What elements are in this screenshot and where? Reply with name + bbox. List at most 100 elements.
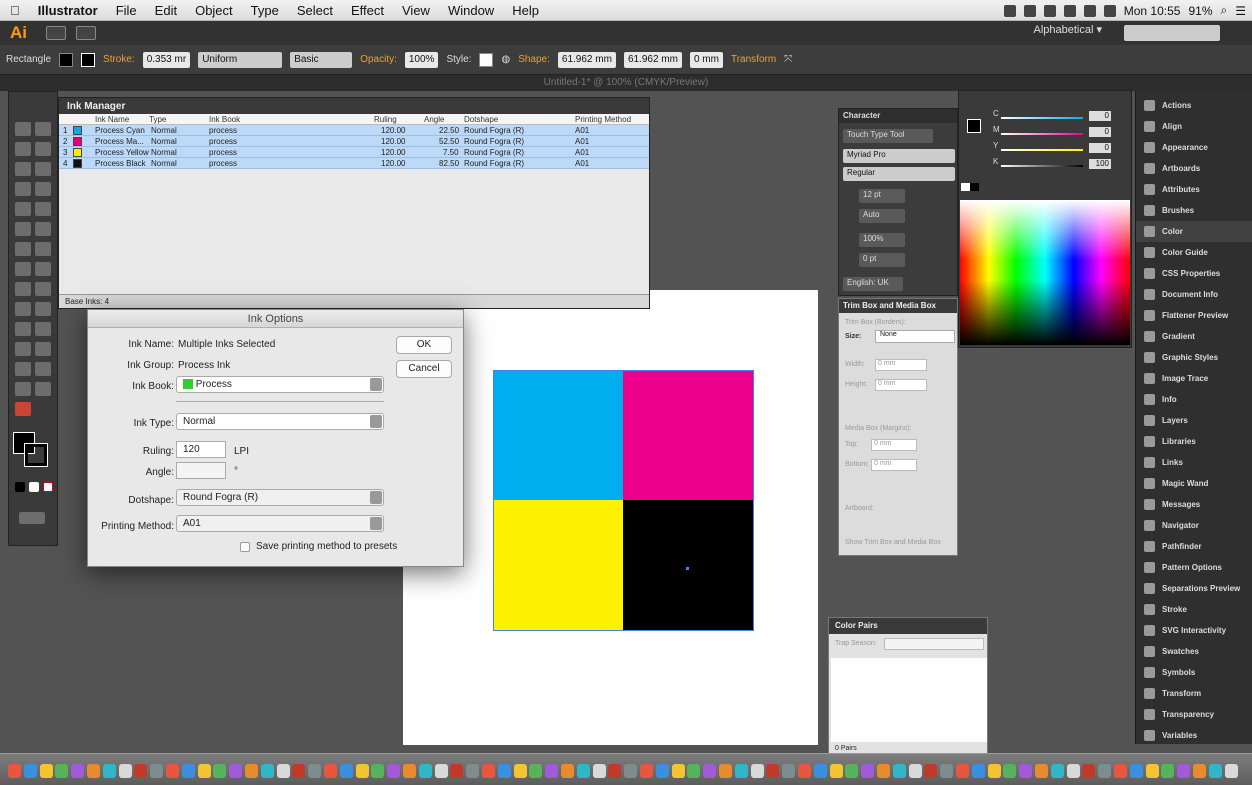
ink-type-select[interactable]: Normal (176, 413, 384, 430)
dock-app-icon[interactable] (687, 764, 701, 778)
width-field[interactable]: 0 mm (875, 359, 927, 371)
black-square[interactable] (623, 500, 753, 630)
symbol-sprayer-tool-icon[interactable] (15, 342, 31, 356)
selection-tool-icon[interactable] (15, 122, 31, 136)
column-header[interactable]: Ink Book (209, 114, 240, 125)
dock-app-icon[interactable] (39, 764, 53, 778)
column-graph-tool-icon[interactable] (35, 342, 51, 356)
panel-item-gradient[interactable]: Gradient (1136, 326, 1252, 347)
size-select[interactable]: None (875, 330, 955, 343)
dock-app-icon[interactable] (987, 764, 1001, 778)
magenta-square[interactable] (623, 370, 753, 500)
fill-swatch[interactable] (59, 52, 74, 67)
panel-item-links[interactable]: Links (1136, 452, 1252, 473)
dock-app-icon[interactable] (750, 764, 764, 778)
artboard[interactable] (403, 290, 818, 745)
panel-item-align[interactable]: Align (1136, 116, 1252, 137)
dock-app-icon[interactable] (197, 764, 211, 778)
height-field[interactable]: 0 mm (875, 379, 927, 391)
notification-center-icon[interactable]: ☰ (1235, 4, 1246, 18)
touch-type-tool-button[interactable]: Touch Type Tool (843, 129, 933, 143)
dock-app-icon[interactable] (861, 764, 875, 778)
status-icon[interactable] (1003, 4, 1016, 17)
dock-app-icon[interactable] (513, 764, 527, 778)
panel-item-document-info[interactable]: Document Info (1136, 284, 1252, 305)
dock-app-icon[interactable] (1035, 764, 1048, 778)
paintbrush-tool-icon[interactable] (35, 202, 51, 216)
ink-row[interactable]: 4 Process Black Normal process 120.00 82… (59, 158, 649, 169)
menu-file[interactable]: File (116, 3, 137, 18)
help-search-input[interactable] (1124, 25, 1220, 41)
panel-item-swatches[interactable]: Swatches (1136, 641, 1252, 662)
menu-edit[interactable]: Edit (155, 3, 177, 18)
cyan-square[interactable] (493, 370, 623, 500)
shape-label[interactable]: Shape: (518, 54, 550, 65)
dock-app-icon[interactable] (624, 764, 638, 778)
stroke-swatch[interactable] (81, 52, 96, 67)
bottom-field[interactable]: 0 mm (871, 459, 917, 471)
panel-item-attributes[interactable]: Attributes (1136, 179, 1252, 200)
dock-app-icon[interactable] (640, 764, 653, 778)
panel-item-transparency[interactable]: Transparency (1136, 704, 1252, 725)
panel-item-css-properties[interactable]: CSS Properties (1136, 263, 1252, 284)
dock-app-icon[interactable] (450, 764, 464, 778)
eyedropper-tool-icon[interactable] (15, 322, 31, 336)
dock-app-icon[interactable] (102, 764, 116, 778)
stroke-color-icon[interactable] (24, 443, 48, 467)
opacity-label[interactable]: Opacity: (360, 54, 397, 65)
panel-item-separations-preview[interactable]: Separations Preview (1136, 578, 1252, 599)
dock-app-icon[interactable] (655, 764, 669, 778)
column-header[interactable]: Ink Name (95, 114, 129, 125)
dock-app-icon[interactable] (592, 764, 606, 778)
black-slider[interactable] (1001, 165, 1083, 167)
dock-app-icon[interactable] (813, 764, 827, 778)
free-transform-tool-icon[interactable] (35, 262, 51, 276)
dock-app-icon[interactable] (971, 764, 985, 778)
dock-app-icon[interactable] (798, 764, 811, 778)
isolate-icon[interactable]: ⤧ (784, 54, 792, 65)
dock-app-icon[interactable] (561, 764, 574, 778)
baseline-shift-field[interactable]: 0 pt (859, 253, 905, 267)
dock-app-icon[interactable] (245, 764, 258, 778)
dock-app-icon[interactable] (355, 764, 369, 778)
dock-app-icon[interactable] (213, 764, 227, 778)
panel-item-color-guide[interactable]: Color Guide (1136, 242, 1252, 263)
dock-app-icon[interactable] (924, 764, 938, 778)
dock-app-icon[interactable] (845, 764, 859, 778)
panel-item-stroke[interactable]: Stroke (1136, 599, 1252, 620)
width-tool-icon[interactable] (15, 262, 31, 276)
opacity-field[interactable]: 100% (404, 51, 439, 68)
dock-app-icon[interactable] (71, 764, 85, 778)
brush-definition[interactable]: Basic (290, 51, 353, 68)
menu-object[interactable]: Object (195, 3, 233, 18)
lasso-tool-icon[interactable] (35, 142, 51, 156)
screen-mode-icon[interactable] (19, 512, 45, 524)
dock-app-icon[interactable] (324, 764, 337, 778)
scale-tool-icon[interactable] (35, 242, 51, 256)
dock-app-icon[interactable] (1019, 764, 1033, 778)
leading-field[interactable]: Auto (859, 209, 905, 223)
panel-item-actions[interactable]: Actions (1136, 95, 1252, 116)
transform-label[interactable]: Transform (731, 54, 776, 65)
font-family-select[interactable]: Myriad Pro (843, 149, 955, 163)
dock-app-icon[interactable] (1050, 764, 1064, 778)
shape-width-field[interactable]: 61.962 mm (557, 51, 616, 68)
slice-tool-icon[interactable] (35, 362, 51, 376)
character-panel-title[interactable]: Character (839, 109, 957, 123)
dock-app-icon[interactable] (134, 764, 148, 778)
arrange-documents-button[interactable] (76, 26, 96, 40)
dock-app-icon[interactable] (671, 764, 685, 778)
menu-effect[interactable]: Effect (351, 3, 384, 18)
menu-select[interactable]: Select (297, 3, 333, 18)
language-select[interactable]: English: UK (843, 277, 903, 291)
trap-season-select[interactable] (884, 638, 984, 650)
dock-app-icon[interactable] (703, 764, 717, 778)
yellow-value[interactable]: 0 (1089, 143, 1111, 153)
color-mode-icon[interactable] (15, 482, 25, 492)
dock-app-icon[interactable] (1208, 764, 1222, 778)
dock-app-icon[interactable] (276, 764, 290, 778)
fill-color-icon[interactable] (967, 119, 981, 133)
dock-app-icon[interactable] (55, 764, 69, 778)
shape-builder-tool-icon[interactable] (15, 282, 31, 296)
stroke-label[interactable]: Stroke: (103, 54, 135, 65)
